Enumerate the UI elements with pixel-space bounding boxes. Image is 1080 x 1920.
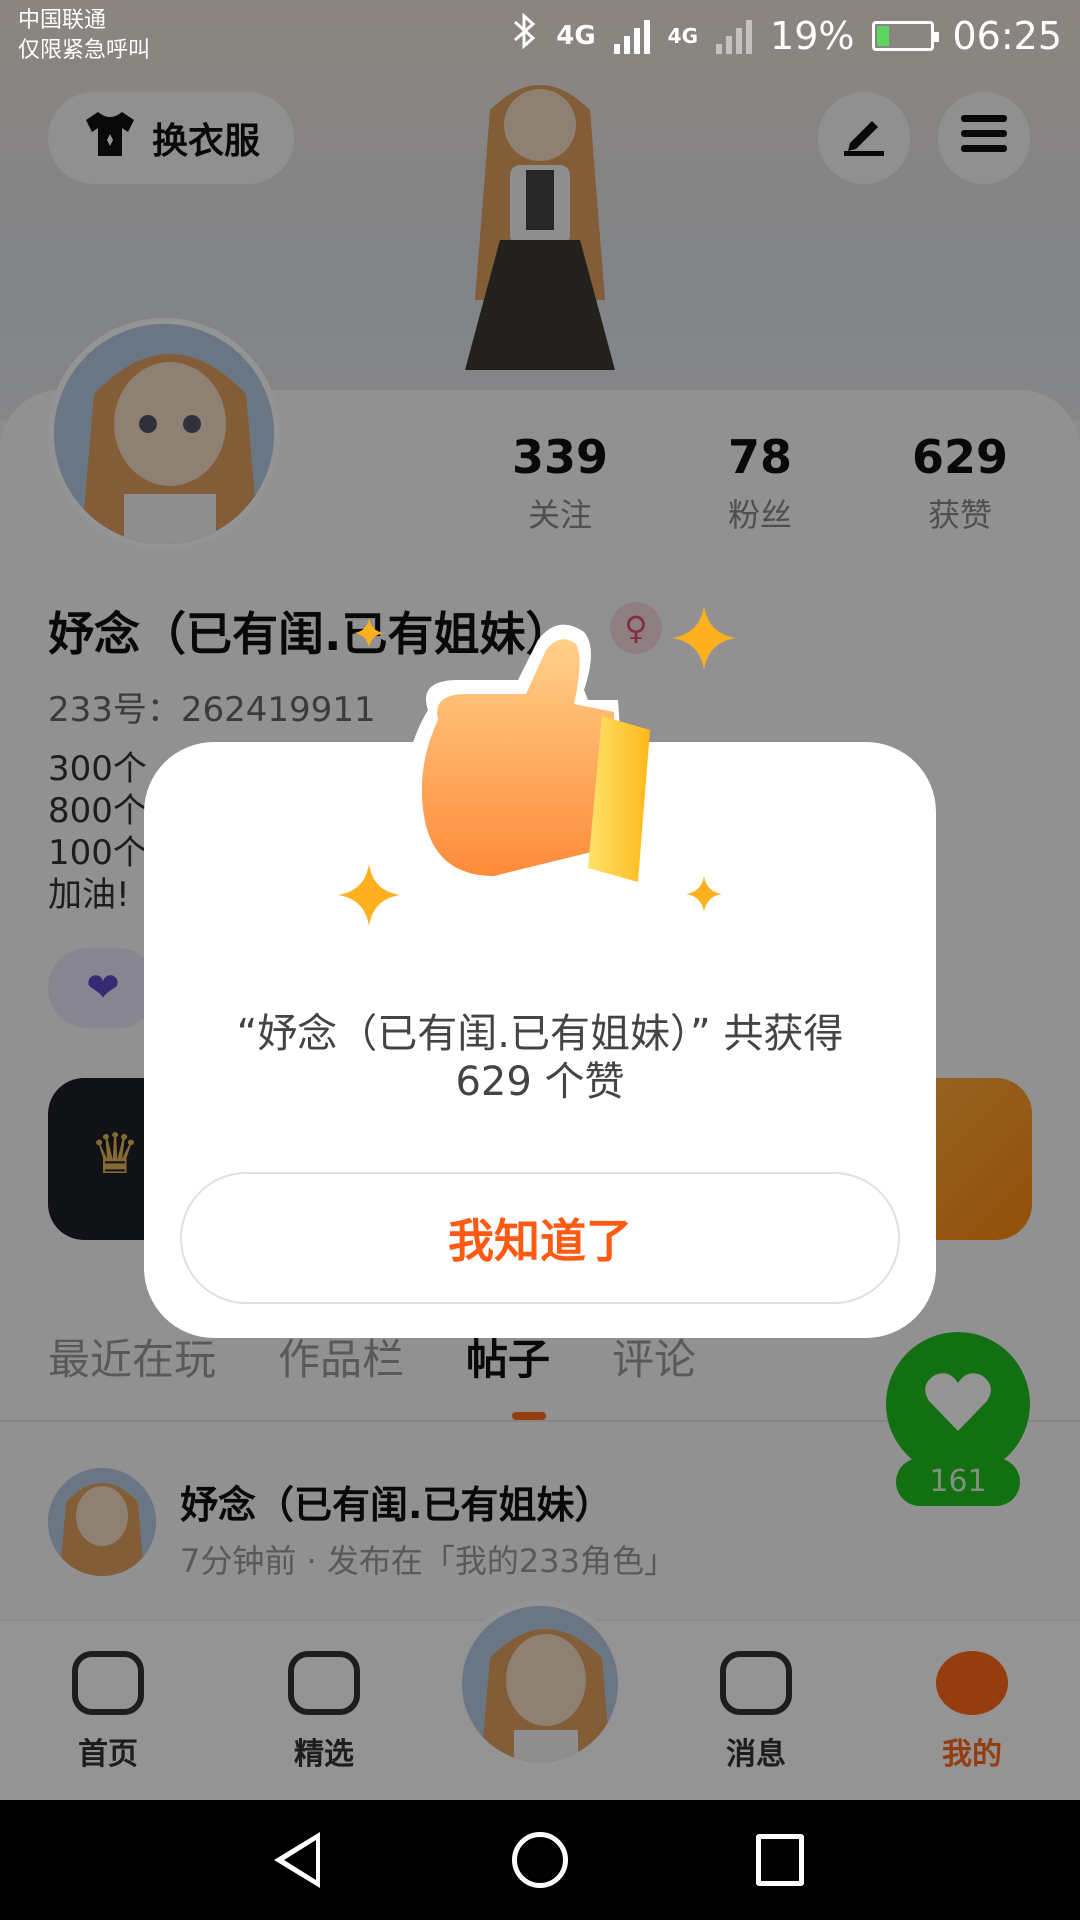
status-icons: 4G 4G 19% 06:25 xyxy=(512,12,1062,59)
recent-apps-icon[interactable] xyxy=(756,1834,804,1886)
signal-icon-2 xyxy=(716,18,753,54)
sparkle-icon xyxy=(338,864,400,926)
dialog-message: “妤念（已有闺.已有姐妹）” 共获得 629 个赞 xyxy=(0,1010,1080,1106)
battery-percent: 19% xyxy=(770,13,855,58)
system-navigation-bar xyxy=(0,1800,1080,1920)
bluetooth-icon xyxy=(512,12,538,59)
sparkle-icon xyxy=(686,876,722,912)
carrier-info: 中国联通 仅限紧急呼叫 xyxy=(18,6,150,66)
carrier-name: 中国联通 xyxy=(18,8,107,33)
dialog-message-line2: 629 个赞 xyxy=(455,1059,625,1105)
signal-icon xyxy=(613,18,650,54)
back-icon[interactable] xyxy=(274,1832,320,1888)
battery-icon xyxy=(872,20,940,51)
network-type-2: 4G xyxy=(667,23,699,48)
sparkle-icon xyxy=(672,606,736,670)
clock: 06:25 xyxy=(952,13,1062,58)
status-bar: 中国联通 仅限紧急呼叫 4G 4G 19% 06:25 xyxy=(0,0,1080,80)
dialog-message-line1: “妤念（已有闺.已有姐妹）” 共获得 xyxy=(236,1011,844,1057)
emergency-only: 仅限紧急呼叫 xyxy=(18,38,151,63)
thumbs-up-icon xyxy=(388,620,688,900)
network-type-1: 4G xyxy=(556,20,596,51)
home-icon[interactable] xyxy=(512,1832,568,1888)
acknowledge-button[interactable]: 我知道了 xyxy=(180,1172,900,1304)
sparkle-icon xyxy=(354,618,384,648)
